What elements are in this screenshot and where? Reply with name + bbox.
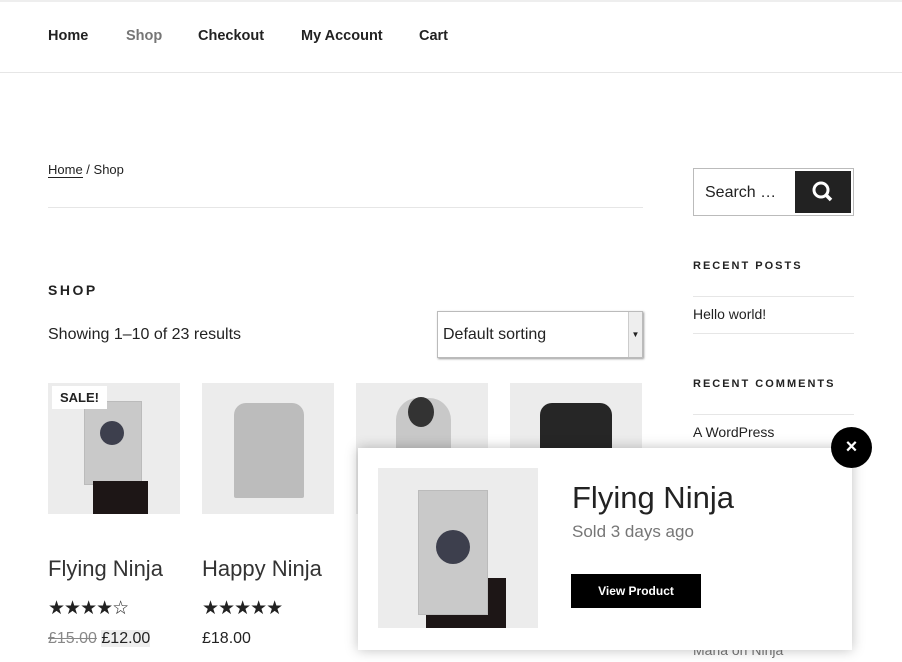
- product-price: £15.00 £12.00: [48, 630, 151, 648]
- breadcrumb-home[interactable]: Home: [48, 162, 83, 178]
- dropdown-arrow-icon: ▼: [628, 312, 642, 357]
- sorting-select[interactable]: Default sorting ▼: [437, 311, 643, 358]
- close-icon[interactable]: ×: [831, 427, 872, 468]
- product-image[interactable]: [202, 383, 334, 514]
- breadcrumb-current: Shop: [93, 162, 124, 177]
- comment-link[interactable]: A WordPress: [693, 424, 774, 440]
- divider: [693, 414, 854, 415]
- product-price: £18.00: [202, 630, 251, 647]
- divider: [693, 333, 854, 334]
- nav-home[interactable]: Home: [48, 28, 88, 44]
- breadcrumb-sep: /: [82, 162, 94, 177]
- search-button[interactable]: [795, 171, 851, 213]
- nav-checkout[interactable]: Checkout: [198, 28, 264, 44]
- sales-popup: Flying Ninja Sold 3 days ago View Produc…: [358, 448, 852, 650]
- result-count: Showing 1–10 of 23 results: [48, 326, 242, 343]
- divider: [693, 296, 854, 297]
- recent-comments-title: RECENT COMMENTS: [693, 378, 836, 390]
- sale-badge: SALE!: [52, 386, 107, 409]
- sorting-value: Default sorting: [443, 326, 547, 343]
- nav-my-account[interactable]: My Account: [301, 28, 383, 44]
- recent-posts-title: RECENT POSTS: [693, 260, 803, 272]
- search-input[interactable]: Search …: [705, 184, 776, 202]
- page-title: SHOP: [48, 282, 98, 298]
- popup-product-image: [378, 468, 538, 628]
- nav-shop[interactable]: Shop: [126, 28, 162, 44]
- divider: [48, 207, 643, 208]
- divider: [0, 0, 902, 2]
- product-title[interactable]: Flying Ninja: [48, 556, 163, 582]
- popup-subtitle: Sold 3 days ago: [572, 522, 694, 541]
- search-form: Search …: [693, 168, 854, 216]
- top-nav: Home Shop Checkout My Account Cart: [0, 0, 902, 73]
- search-icon: [812, 181, 833, 202]
- nav-cart[interactable]: Cart: [419, 28, 448, 44]
- post-link[interactable]: Hello world!: [693, 306, 766, 322]
- star-rating: ★★★★☆: [48, 598, 129, 619]
- product-title[interactable]: Happy Ninja: [202, 556, 322, 582]
- star-rating: ★★★★★: [202, 598, 283, 619]
- breadcrumb: Home / Shop: [48, 162, 124, 178]
- view-product-button[interactable]: View Product: [571, 574, 701, 608]
- sale-price: £12.00: [101, 630, 151, 647]
- old-price: £15.00: [48, 630, 97, 647]
- popup-title: Flying Ninja: [572, 480, 734, 515]
